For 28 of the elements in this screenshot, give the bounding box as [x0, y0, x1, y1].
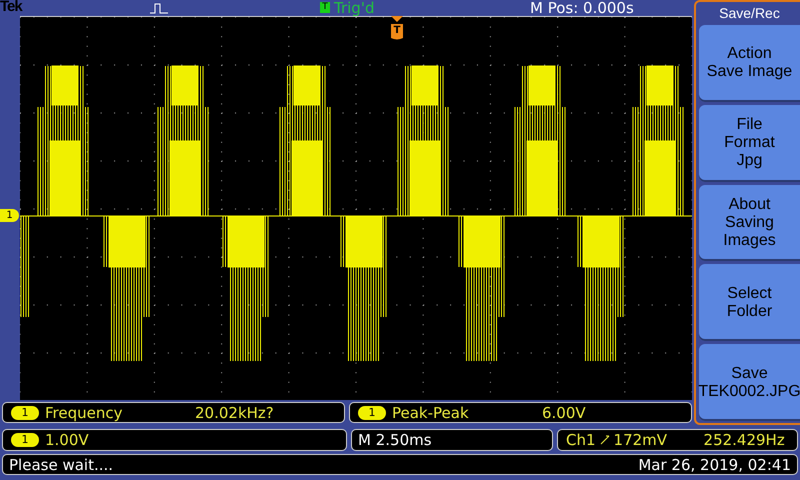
date-time: Mar 26, 2019, 02:41 [638, 456, 791, 474]
menu-button[interactable]: Save TEK0002.JPG [699, 344, 800, 421]
trigger-badge: T [320, 2, 330, 13]
trigger-level: 172mV [614, 431, 668, 449]
measurement-name: Peak-Peak [392, 404, 470, 422]
vertical-scale: 1.00V [45, 431, 89, 449]
trigger-marker: T [390, 16, 404, 40]
status-message: Please wait.... [9, 456, 114, 474]
pulse-icon [150, 3, 168, 14]
trigger-frequency: 252.429Hz [704, 431, 785, 449]
menu-button[interactable]: Select Folder [699, 264, 800, 342]
timebase-readout: M 2.50ms [351, 429, 553, 451]
measurement-value: 20.02kHz? [195, 404, 274, 422]
menu-title: Save/Rec [718, 4, 781, 22]
rising-edge-icon [600, 434, 610, 446]
channel-badge: 1 [11, 406, 39, 420]
horizontal-position: M Pos: 0.000s [530, 0, 634, 17]
trigger-source: Ch1 [566, 431, 596, 449]
measurement-value: 6.00V [542, 404, 586, 422]
channel-badge: 1 [358, 406, 386, 420]
menu-button[interactable]: Action Save Image [699, 25, 800, 102]
menu-button[interactable]: File Format Jpg [699, 104, 800, 182]
measurement-name: Frequency [45, 404, 124, 422]
brand-logo: Tek [0, 0, 22, 15]
channel-marker: 1 [0, 209, 19, 222]
channel-badge: 1 [11, 433, 39, 447]
trigger-status: Trig'd [334, 0, 374, 17]
menu-button[interactable]: About Saving Images [699, 184, 800, 262]
